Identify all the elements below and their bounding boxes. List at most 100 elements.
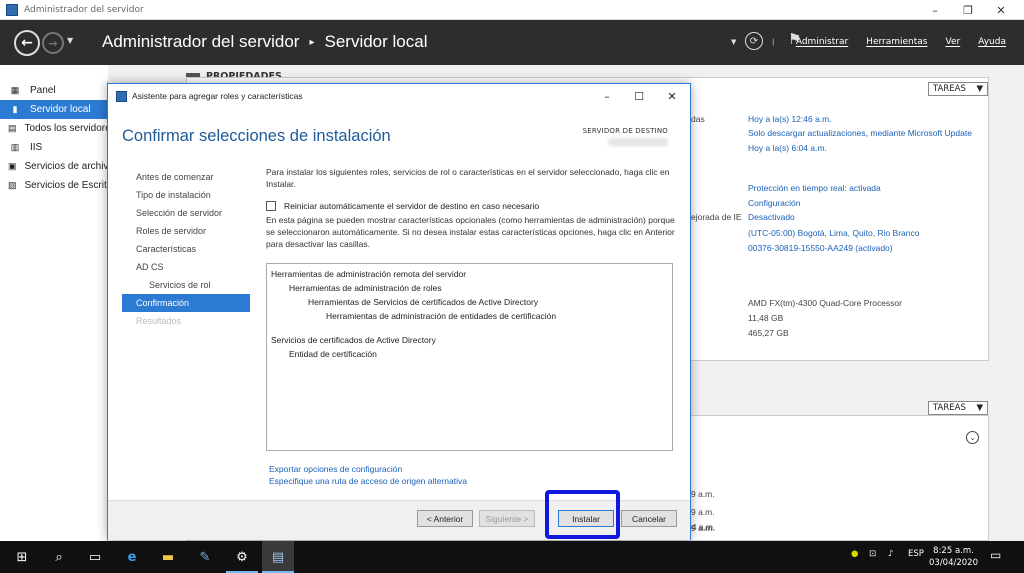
iis-icon: ▥ (10, 142, 20, 152)
window-titlebar: Administrador del servidor (0, 0, 1024, 20)
notepad-icon[interactable]: ✎ (194, 547, 216, 567)
list-item: Herramientas de Servicios de certificado… (308, 297, 539, 307)
history-dropdown-icon[interactable]: ▼ (67, 36, 73, 45)
destination-server-label: SERVIDOR DE DESTINO (582, 127, 668, 135)
ie-icon[interactable]: e (121, 547, 143, 567)
breadcrumb-separator-icon: ▸ (309, 36, 315, 48)
explorer-icon[interactable]: ▬ (157, 547, 179, 567)
optional-features-text: En esta página se pueden mostrar caracte… (266, 215, 675, 249)
sidebar-item-iis[interactable]: ▥ IIS (0, 138, 107, 157)
sidebar-item-panel[interactable]: ▦ Panel (0, 81, 107, 100)
sidebar-item-label: Panel (30, 85, 56, 96)
server-icon: ▮ (12, 104, 18, 114)
sidebar-item-storage[interactable]: ▣ Servicios de archivos y almacenamiento (0, 157, 107, 176)
volume-icon[interactable]: ♪ (888, 549, 893, 559)
breadcrumb: Administrador del servidor ▸ Servidor lo… (102, 32, 428, 52)
refresh-icon[interactable]: ⟳ (745, 32, 763, 50)
restart-checkbox-row[interactable]: Reiniciar automáticamente el servidor de… (266, 201, 678, 211)
sidebar-item-label: Servicios de Escritorio remoto (24, 180, 107, 191)
app-header: ← → ▼ Administrador del servidor ▸ Servi… (0, 20, 1024, 65)
property-value[interactable]: Configuración (748, 198, 800, 208)
language-indicator[interactable]: ESP (908, 549, 924, 559)
step-servicios-de-rol[interactable]: Servicios de rol (122, 276, 250, 294)
list-item: Servicios de certificados de Active Dire… (271, 335, 436, 345)
minimize-button[interactable]: – (920, 0, 950, 20)
property-value[interactable]: Hoy a la(s) 12:46 a.m. (748, 114, 832, 124)
step-caracteristicas[interactable]: Características (122, 240, 250, 258)
property-value: 465,27 GB (748, 328, 789, 338)
previous-button[interactable]: < Anterior (417, 510, 473, 527)
dialog-minimize-button[interactable]: – (595, 88, 619, 104)
restore-button[interactable]: ❐ (953, 0, 983, 20)
tasks-dropdown-bottom[interactable]: TAREAS ▼ (928, 401, 988, 415)
menu-administrar[interactable]: Administrar (796, 37, 848, 47)
clock[interactable]: 8:25 a.m. 03/04/2020 (929, 545, 978, 569)
search-icon[interactable]: ⌕ (48, 547, 70, 567)
menu-herramientas[interactable]: Herramientas (866, 37, 927, 47)
sidebar-item-label: Todos los servidores (24, 123, 107, 134)
sidebar-item-label: Servidor local (30, 104, 91, 115)
property-value[interactable]: (UTC-05:00) Bogotá, Lima, Quito, Rio Bra… (748, 228, 920, 238)
close-window-button[interactable]: ✕ (986, 0, 1016, 20)
back-icon[interactable]: ← (14, 30, 40, 56)
property-value: 11,48 GB (748, 313, 784, 323)
sidebar-item-remote-desktop[interactable]: ▧ Servicios de Escritorio remoto (0, 176, 107, 195)
settings-icon[interactable]: ⚙ (231, 547, 253, 567)
property-value[interactable]: 00376-30819-15550-AA249 (activado) (748, 243, 893, 253)
clock-time: 8:25 a.m. (933, 546, 974, 556)
dialog-title: Asistente para agregar roles y caracterí… (132, 91, 303, 101)
cancel-button[interactable]: Cancelar (621, 510, 677, 527)
step-ad-cs[interactable]: AD CS (122, 258, 250, 276)
sidebar-item-all-servers[interactable]: ▤ Todos los servidores (0, 119, 107, 138)
expand-chevron-icon[interactable]: ⌄ (966, 431, 979, 444)
property-label-fragment: das (691, 114, 705, 124)
chevron-down-icon: ▼ (976, 403, 983, 413)
list-item: Herramientas de administración remota de… (271, 269, 467, 279)
property-value[interactable]: Solo descargar actualizaciones, mediante… (748, 128, 972, 138)
menu-ver[interactable]: Ver (945, 37, 960, 47)
list-item: Entidad de certificación (289, 349, 377, 359)
step-confirmacion[interactable]: Confirmación (122, 294, 250, 312)
wizard-icon (116, 90, 127, 102)
event-time: 9 a.m. (691, 489, 715, 499)
list-item: Herramientas de administración de entida… (326, 311, 557, 321)
property-value[interactable]: Hoy a la(s) 6:04 a.m. (748, 143, 827, 153)
step-resultados: Resultados (136, 316, 182, 326)
task-view-icon[interactable]: ▭ (84, 547, 106, 567)
network-icon[interactable]: ⊡ (869, 549, 876, 559)
start-icon[interactable]: ⊞ (11, 547, 33, 567)
chevron-down-icon[interactable]: ▼ (731, 38, 736, 46)
list-item: Herramientas de administración de roles (289, 283, 442, 293)
breadcrumb-current: Servidor local (324, 32, 428, 51)
alternate-source-link[interactable]: Especifique una ruta de acceso de origen… (269, 476, 467, 486)
network-warning-icon[interactable]: ● (851, 549, 858, 559)
restart-checkbox[interactable] (266, 201, 276, 211)
dialog-close-button[interactable]: ✕ (660, 88, 684, 104)
step-roles-de-servidor[interactable]: Roles de servidor (122, 222, 250, 240)
tasks-label: TAREAS (933, 403, 966, 413)
sidebar-item-local-server[interactable]: ▮ Servidor local (0, 100, 107, 119)
forward-icon[interactable]: → (42, 32, 64, 54)
restart-checkbox-label[interactable]: Reiniciar automáticamente el servidor de… (284, 201, 539, 211)
dialog-heading: Confirmar selecciones de instalación (122, 127, 391, 145)
property-value: AMD FX(tm)-4300 Quad-Core Processor (748, 298, 902, 308)
sidebar: ▦ Panel ▮ Servidor local ▤ Todos los ser… (0, 81, 108, 541)
property-value[interactable]: Desactivado (748, 212, 795, 222)
event-time: 9 a.m. (691, 507, 715, 517)
notifications-icon[interactable]: ▭ (990, 548, 1001, 562)
export-config-link[interactable]: Exportar opciones de configuración (269, 464, 402, 474)
menu-ayuda[interactable]: Ayuda (978, 37, 1006, 47)
dialog-maximize-button[interactable]: ☐ (627, 88, 651, 104)
property-label-fragment: ejorada de IE (691, 212, 742, 222)
selections-list[interactable]: Herramientas de administración remota de… (266, 263, 673, 451)
wizard-steps: Antes de comenzar Tipo de instalación Se… (122, 168, 250, 330)
sidebar-item-label: Servicios de archivos y almacenamiento (24, 161, 107, 172)
server-manager-icon[interactable]: ▤ (267, 547, 289, 567)
breadcrumb-root[interactable]: Administrador del servidor (102, 32, 299, 52)
step-seleccion-de-servidor[interactable]: Selección de servidor (122, 204, 250, 222)
step-antes-de-comenzar[interactable]: Antes de comenzar (122, 168, 250, 186)
tasks-dropdown-top[interactable]: TAREAS ▼ (928, 82, 988, 96)
dashboard-icon: ▦ (10, 85, 20, 95)
step-tipo-de-instalacion[interactable]: Tipo de instalación (122, 186, 250, 204)
property-value[interactable]: Protección en tiempo real: activada (748, 183, 881, 193)
